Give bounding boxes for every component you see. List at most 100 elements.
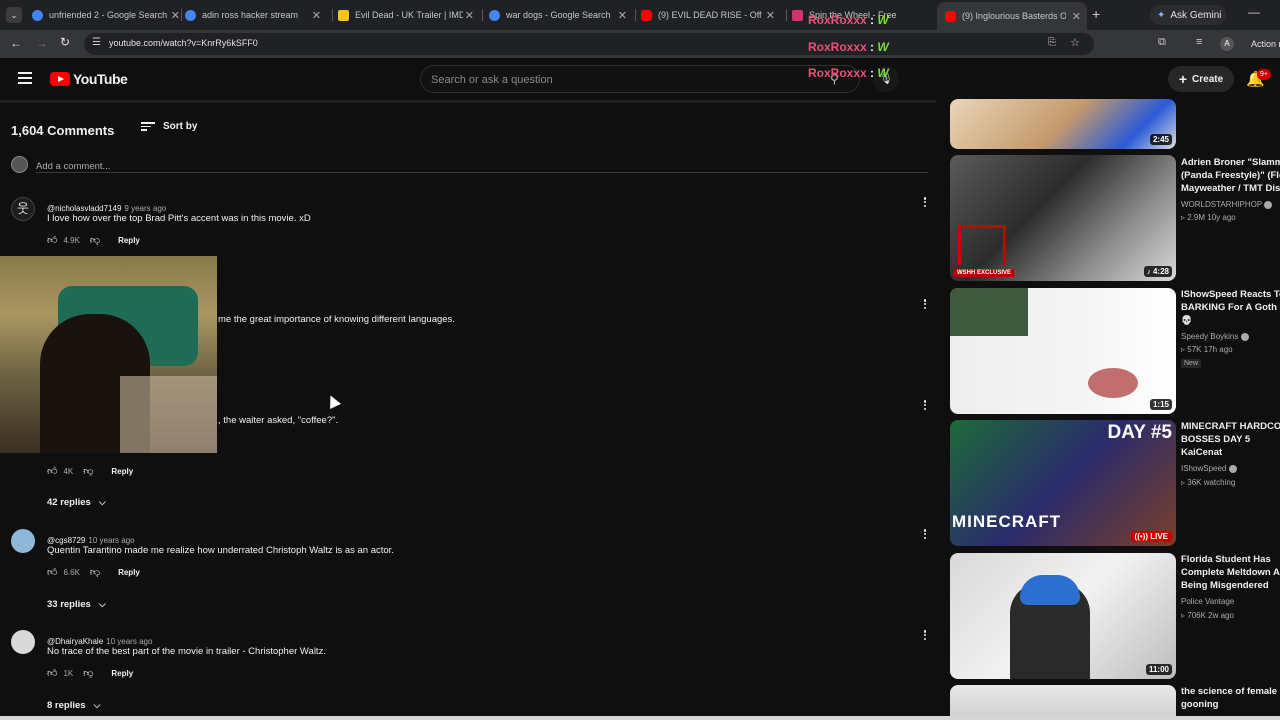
url-text: youtube.com/watch?v=KnrRy6kSFF0 [109,38,258,48]
video-meta: ▹ 2.9M 10y ago [1181,213,1236,222]
video-channel[interactable]: Speedy Boykins [1181,332,1249,341]
tab-search-icon[interactable]: ⌄ [6,7,22,23]
video-channel[interactable]: IShowSpeed [1181,464,1237,473]
close-icon[interactable]: ✕ [766,9,775,22]
video-thumbnail[interactable]: 1:15 [950,288,1176,414]
minimize-icon[interactable]: — [1248,5,1260,19]
reply-button[interactable]: Reply [111,467,133,476]
comment-menu-icon[interactable] [919,398,931,412]
video-thumbnail[interactable] [950,685,1176,720]
reply-button[interactable]: Reply [118,568,140,577]
dislike-icon[interactable]: 👎︎ [83,667,93,679]
stream-overlay-line-1: RoxRoxxx : W [808,13,889,27]
close-icon[interactable]: ✕ [1072,10,1081,23]
video-thumbnail[interactable]: 2:45 [950,99,1176,149]
video-meta: ▹ 36K watching [1181,478,1236,487]
google-icon [32,9,43,21]
comment-time[interactable]: 9 years ago [124,204,166,213]
reply-button[interactable]: Reply [118,236,140,245]
dislike-icon[interactable]: 👎︎ [90,566,100,578]
address-bar[interactable]: ☰ youtube.com/watch?v=KnrRy6kSFF0 ⎘ ☆ [84,33,1094,55]
video-thumbnail[interactable]: DAY #5 MINECRAFT ((•)) LIVE [950,420,1176,546]
thumb-big-text: DAY #5 [1107,422,1172,443]
close-icon[interactable]: ✕ [618,9,627,22]
close-icon[interactable]: ✕ [171,9,180,22]
forward-icon[interactable]: → [36,36,48,50]
video-title[interactable]: IShowSpeed Reacts To BARKING For A Goth … [1181,288,1280,327]
replies-toggle[interactable]: 42 replies ⌵ [47,497,106,508]
reload-icon[interactable]: ↻ [60,35,70,49]
comment-time[interactable]: 10 years ago [88,536,134,545]
comment-menu-icon[interactable] [919,297,931,311]
new-tab-button[interactable]: + [1092,6,1100,22]
notification-count-badge: 9+ [1257,69,1271,80]
video-title[interactable]: the science of female gooning [1181,685,1280,711]
site-info-icon[interactable]: ☰ [92,37,101,48]
avatar[interactable]: 웃 [11,197,35,221]
youtube-header: YouTube Search or ask a question ⚲ 🎙 + C… [0,58,1280,100]
video-title[interactable]: Adrien Broner "Slamme (Panda Freestyle)"… [1181,156,1280,195]
like-icon[interactable]: 👍︎ [47,465,57,477]
like-icon[interactable]: 👍︎ [47,667,57,679]
youtube-logo[interactable]: YouTube [50,71,128,87]
create-button[interactable]: + Create [1168,66,1234,92]
close-icon[interactable]: ✕ [465,9,474,22]
ask-gemini-label: Ask Gemini [1170,9,1222,21]
video-channel[interactable]: WORLDSTARHIPHOP [1181,200,1273,209]
like-icon[interactable]: 👍︎ [47,234,57,246]
hamburger-menu-icon[interactable] [18,72,32,84]
dislike-icon[interactable]: 👎︎ [83,465,93,477]
back-icon[interactable]: ← [10,36,22,50]
video-title[interactable]: Florida Student Has Complete Meltdown Af… [1181,553,1280,592]
extensions-icon[interactable]: ⧉ [1158,36,1166,49]
reading-list-icon[interactable]: ≡ [1196,36,1202,48]
comment-menu-icon[interactable] [919,195,931,209]
comment-menu-icon[interactable] [919,527,931,541]
like-icon[interactable]: 👍︎ [47,566,57,578]
add-comment-input[interactable]: Add a comment... [36,156,928,173]
comment-actions: 👍︎ 1K 👎︎ Reply [47,667,133,679]
replies-count: 42 replies [47,497,91,508]
search-input[interactable]: Search or ask a question [420,65,860,93]
profile-avatar[interactable]: A [1220,37,1234,51]
video-thumbnail[interactable]: WSHH EXCLUSIVE ♪ 4:28 [950,155,1176,281]
replies-toggle[interactable]: 8 replies ⌵ [47,700,100,711]
browser-tab-4[interactable]: war dogs - Google Search ✕ [489,4,627,26]
video-title[interactable]: MINECRAFT HARDCOR BOSSES DAY 5 KaiCenat [1181,420,1280,459]
reply-button[interactable]: Reply [111,669,133,678]
browser-tab-1[interactable]: unfriended 2 - Google Search ✕ [32,4,180,26]
chevron-down-icon: ⌵ [98,599,106,609]
comment-time[interactable]: 10 years ago [106,637,152,646]
install-icon[interactable]: ⎘ [1048,37,1056,48]
stream-overlay-line-3: RoxRoxxx : W [808,66,889,80]
browser-tab-3[interactable]: Evil Dead - UK Trailer | IMDb ✕ [338,4,474,26]
dislike-icon[interactable]: 👎︎ [90,234,100,246]
comment-author[interactable]: @DhairyaKhale [47,637,103,646]
chevron-down-icon: ⌵ [98,497,106,507]
comment-author[interactable]: @cgs8729 [47,536,85,545]
sort-by-button[interactable]: Sort by [141,121,197,132]
close-icon[interactable]: ✕ [312,9,321,22]
replies-toggle[interactable]: 33 replies ⌵ [47,599,106,610]
comment-author[interactable]: @nicholasvladd7149 [47,204,121,213]
webcam-overlay [0,256,217,453]
mouse-cursor-icon [325,393,341,409]
ask-gemini-button[interactable]: ✦ Ask Gemini [1150,5,1226,25]
avatar[interactable] [11,529,35,553]
browser-tab-2[interactable]: adin ross hacker stream ✕ [185,4,321,26]
comments-count: 1,604 Comments [11,123,115,138]
verified-icon [1264,200,1273,209]
sort-icon [141,122,155,131]
avatar[interactable] [11,630,35,654]
comment-menu-icon[interactable] [919,628,931,642]
browser-tab-5[interactable]: (9) EVIL DEAD RISE - Official ✕ [641,4,775,26]
video-channel[interactable]: Police Vantage [1181,597,1234,606]
action-label[interactable]: Action n [1251,39,1280,49]
browser-tab-7-active[interactable]: (9) Inglourious Basterds Offi ✕ [937,2,1087,30]
like-count: 1K [63,668,74,678]
video-thumbnail[interactable]: 11:00 [950,553,1176,679]
youtube-icon [945,10,956,22]
overlay-mark: W [877,40,889,54]
bookmark-star-icon[interactable]: ☆ [1070,36,1080,49]
skull-icon: 💀 [1181,315,1193,325]
